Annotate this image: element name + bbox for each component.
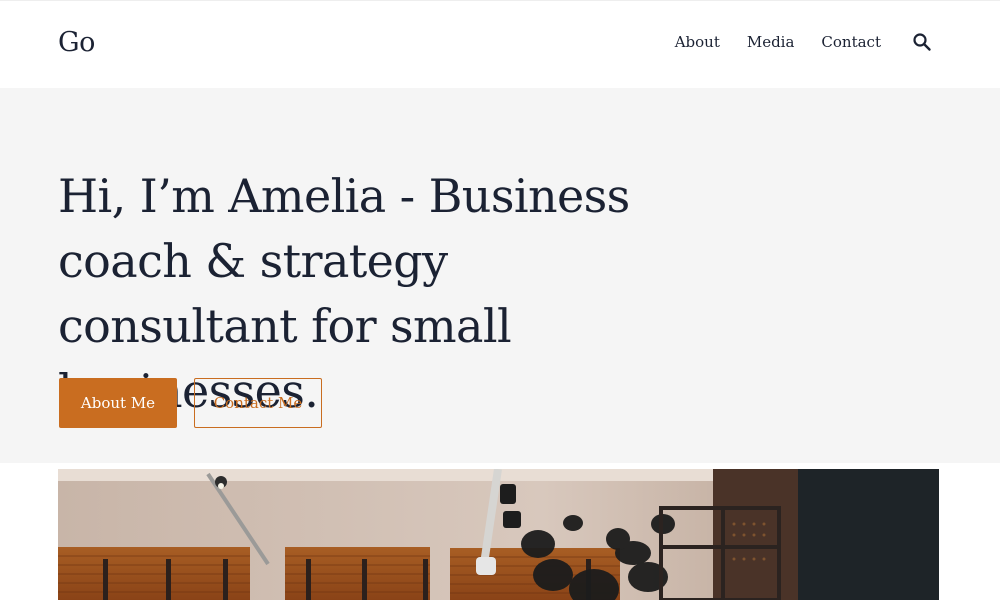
search-icon[interactable] <box>912 32 932 52</box>
site-header: Go About Media Contact <box>0 0 1000 89</box>
nav-media[interactable]: Media <box>747 33 795 51</box>
about-me-button[interactable]: About Me <box>59 378 177 428</box>
main-navigation: About Media Contact <box>675 32 932 52</box>
office-photo-illustration <box>58 469 939 600</box>
nav-contact[interactable]: Contact <box>821 33 881 51</box>
contact-me-button[interactable]: Contact Me <box>194 378 322 428</box>
office-photo <box>58 469 939 600</box>
hero-section: Hi, I’m Amelia - Business coach & strate… <box>0 88 1000 463</box>
site-logo[interactable]: Go <box>58 27 95 58</box>
nav-about[interactable]: About <box>675 33 720 51</box>
